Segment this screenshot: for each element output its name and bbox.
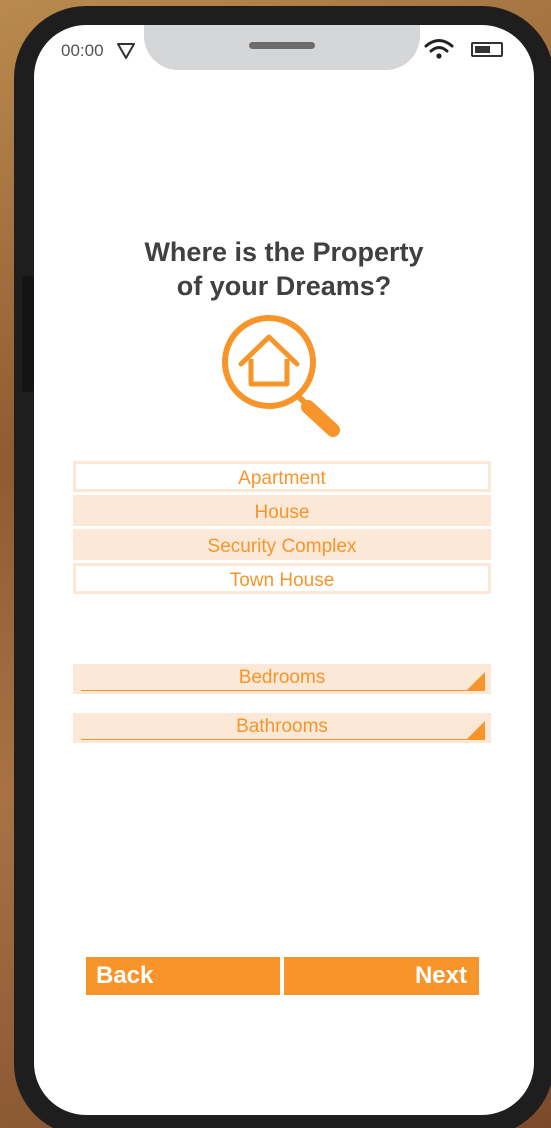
status-time: 00:00: [61, 41, 104, 60]
side-button: [22, 276, 34, 392]
option-town-house[interactable]: Town House: [73, 563, 491, 594]
title-line-1: Where is the Property: [144, 237, 424, 267]
house-search-icon: [222, 315, 340, 437]
bedrooms-dropdown[interactable]: Bedrooms: [73, 664, 491, 694]
notch: [144, 25, 420, 70]
speaker: [249, 42, 315, 49]
bedrooms-label: Bedrooms: [238, 667, 326, 688]
bathrooms-label: Bathrooms: [236, 716, 328, 737]
battery-icon: [471, 42, 503, 57]
bathrooms-dropdown[interactable]: Bathrooms: [73, 713, 491, 743]
option-house[interactable]: House: [73, 495, 491, 526]
dropdown-arrow-icon: [467, 672, 485, 690]
back-button[interactable]: Back: [86, 957, 280, 995]
bedrooms-underline: [81, 690, 485, 691]
option-security-complex[interactable]: Security Complex: [73, 529, 491, 560]
bathrooms-underline: [81, 739, 485, 740]
option-apartment[interactable]: Apartment: [73, 461, 491, 492]
app-screen: 00:00 Where is the Property of your Drea…: [34, 25, 534, 1115]
next-button[interactable]: Next: [284, 957, 479, 995]
signal-icon: [117, 43, 135, 59]
property-type-list: Apartment House Security Complex Town Ho…: [73, 461, 491, 597]
wifi-icon: [424, 39, 454, 59]
dropdown-arrow-icon: [467, 721, 485, 739]
title-line-2: of your Dreams?: [176, 271, 392, 301]
page-title: Where is the Property of your Dreams?: [34, 235, 534, 303]
